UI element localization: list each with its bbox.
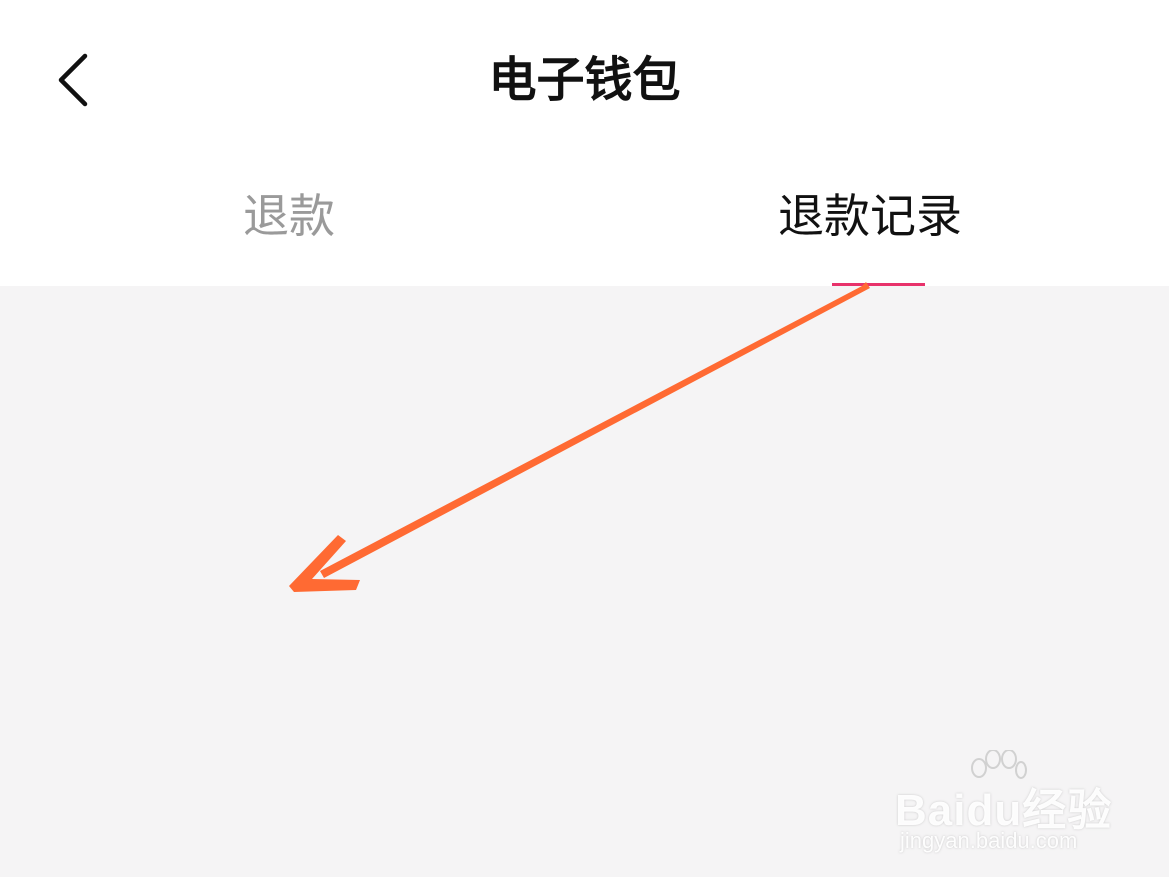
tab-refund[interactable]: 退款 [243,186,335,246]
page-title: 电子钱包 [488,52,681,108]
top-header: 电子钱包 退款 退款记录 [0,0,1169,286]
tab-refund-record[interactable]: 退款记录 [778,186,962,246]
empty-content-area [0,286,1169,877]
